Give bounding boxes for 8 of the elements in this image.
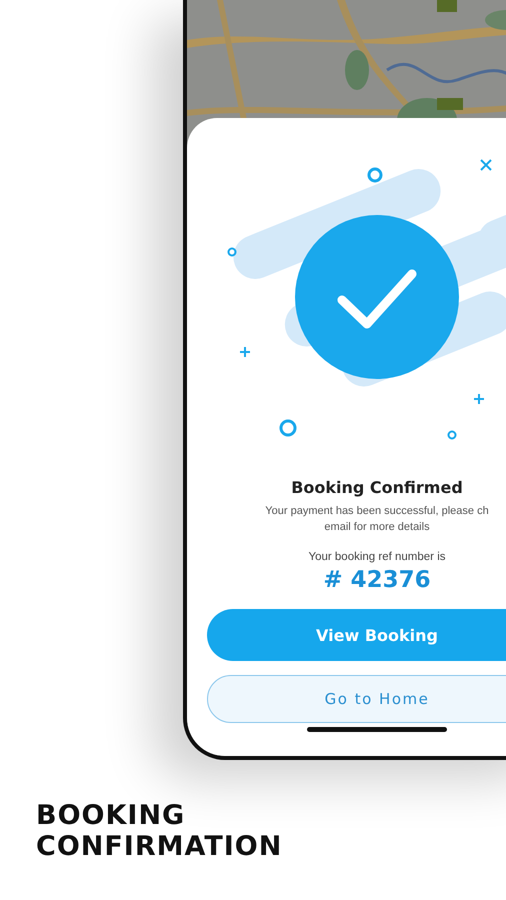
description-text: Your payment has been successful, please ch — [265, 504, 489, 519]
view-booking-button[interactable]: View Booking — [207, 609, 506, 661]
caption-heading: BOOKING CONFIRMATION — [36, 800, 284, 862]
home-button[interactable]: Go to Home — [207, 675, 506, 723]
confirmation-title: Booking Confirmed — [291, 478, 463, 497]
ref-number: # 42376 — [323, 567, 431, 593]
ref-label: Your booking ref number is — [308, 551, 446, 563]
description-text: email for more details — [324, 520, 430, 535]
